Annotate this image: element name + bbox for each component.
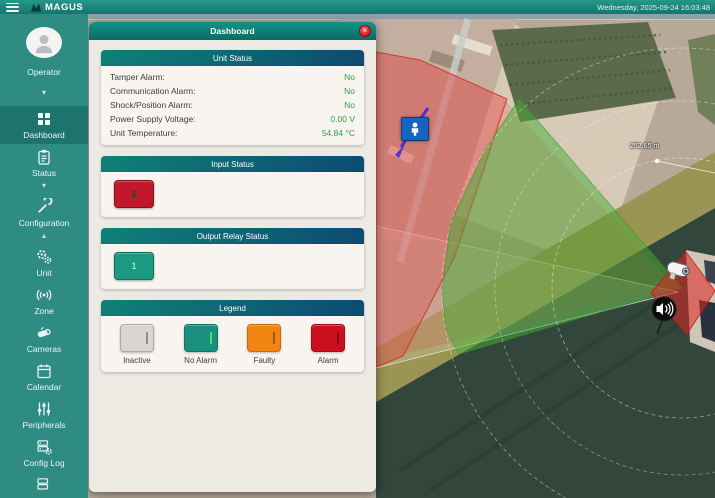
input-1-button[interactable]: 1 xyxy=(114,180,154,208)
menu-hamburger-icon[interactable] xyxy=(6,3,19,12)
speaker-icon xyxy=(651,296,677,336)
sidebar-item-status[interactable]: Status ▾ xyxy=(0,144,88,194)
sidebar-item-zone[interactable]: Zone xyxy=(0,282,88,320)
input-status-header: Input Status xyxy=(101,156,364,172)
config-log-icon xyxy=(35,438,53,456)
output-relay-status-header: Output Relay Status xyxy=(101,228,364,244)
legend-section: Legend Inactive No Alarm Faulty xyxy=(101,300,364,372)
magus-app: 252.65 m xyxy=(0,0,715,498)
unit-status-header: Unit Status xyxy=(101,50,364,66)
unit-gears-icon xyxy=(35,248,53,266)
camera-marker[interactable] xyxy=(662,257,700,285)
operator-chevron-down-icon[interactable]: ▾ xyxy=(42,88,46,97)
legend-swatch-no-alarm xyxy=(184,324,218,352)
cctv-camera-icon xyxy=(662,257,700,285)
magus-logo-icon xyxy=(30,2,42,13)
app-name: MAGUS xyxy=(45,2,83,13)
sidebar-item-peripherals[interactable]: Peripherals xyxy=(0,396,88,434)
sidebar-item-calendar[interactable]: Calendar xyxy=(0,358,88,396)
legend-swatch-faulty xyxy=(247,324,281,352)
legend-swatch-alarm xyxy=(311,324,345,352)
status-row-power-voltage: Power Supply Voltage:0.00 V xyxy=(101,112,364,126)
status-row-unit-temperature: Unit Temperature:54.84 °C xyxy=(101,126,364,140)
cameras-icon xyxy=(35,324,53,342)
configuration-wrench-icon xyxy=(35,198,53,216)
sidebar-nav: Operator ▾ Dashboard Status ▾ xyxy=(0,14,88,498)
calendar-icon xyxy=(35,362,53,380)
status-chevron-down-icon[interactable]: ▾ xyxy=(42,181,46,190)
zone-signal-icon xyxy=(35,286,53,304)
sidebar-item-cameras[interactable]: Cameras xyxy=(0,320,88,358)
magus-logo: MAGUS xyxy=(30,2,83,13)
speaker-marker[interactable] xyxy=(651,296,677,336)
person-target-marker[interactable] xyxy=(401,117,429,141)
legend-swatch-inactive xyxy=(120,324,154,352)
person-icon xyxy=(406,121,424,137)
measure-point xyxy=(655,159,659,163)
unit-status-section: Unit Status Tamper Alarm:No Communicatio… xyxy=(101,50,364,145)
output-relay-1-button[interactable]: 1 xyxy=(114,252,154,280)
server-icon xyxy=(35,476,53,494)
dialog-title-bar[interactable]: Dashboard × xyxy=(89,22,376,40)
sidebar-item-configuration[interactable]: Configuration ▴ xyxy=(0,194,88,244)
dialog-body: Unit Status Tamper Alarm:No Communicatio… xyxy=(89,40,376,382)
operator-label: Operator xyxy=(27,67,61,77)
output-relay-status-section: Output Relay Status 1 xyxy=(101,228,364,289)
sidebar-item-partial[interactable] xyxy=(0,472,88,498)
legend-item-inactive: Inactive xyxy=(105,324,169,365)
dashboard-dialog: Dashboard × Unit Status Tamper Alarm:No … xyxy=(89,22,376,492)
sidebar-item-unit[interactable]: Unit xyxy=(0,244,88,282)
status-row-shock-position: Shock/Position Alarm:No xyxy=(101,98,364,112)
top-bar: MAGUS Wednesday, 2025-09-24 16:03:48 xyxy=(0,0,715,14)
legend-header: Legend xyxy=(101,300,364,316)
input-status-section: Input Status 1 xyxy=(101,156,364,217)
range-distance-label: 252.65 m xyxy=(630,143,659,150)
status-clipboard-icon xyxy=(35,148,53,166)
legend-item-faulty: Faulty xyxy=(233,324,297,365)
legend-item-alarm: Alarm xyxy=(296,324,360,365)
datetime-label: Wednesday, 2025-09-24 16:03:48 xyxy=(597,3,710,12)
dialog-title: Dashboard xyxy=(210,26,254,36)
sidebar-item-dashboard[interactable]: Dashboard xyxy=(0,106,88,144)
status-row-communication: Communication Alarm:No xyxy=(101,84,364,98)
avatar[interactable] xyxy=(26,27,62,58)
status-row-tamper: Tamper Alarm:No xyxy=(101,70,364,84)
configuration-chevron-up-icon[interactable]: ▴ xyxy=(42,231,46,240)
sidebar-item-config-log[interactable]: Config Log xyxy=(0,434,88,472)
operator-avatar-icon xyxy=(31,30,57,56)
dashboard-grid-icon xyxy=(35,110,53,128)
legend-item-no-alarm: No Alarm xyxy=(169,324,233,365)
close-icon[interactable]: × xyxy=(359,25,371,37)
peripherals-sliders-icon xyxy=(35,400,53,418)
